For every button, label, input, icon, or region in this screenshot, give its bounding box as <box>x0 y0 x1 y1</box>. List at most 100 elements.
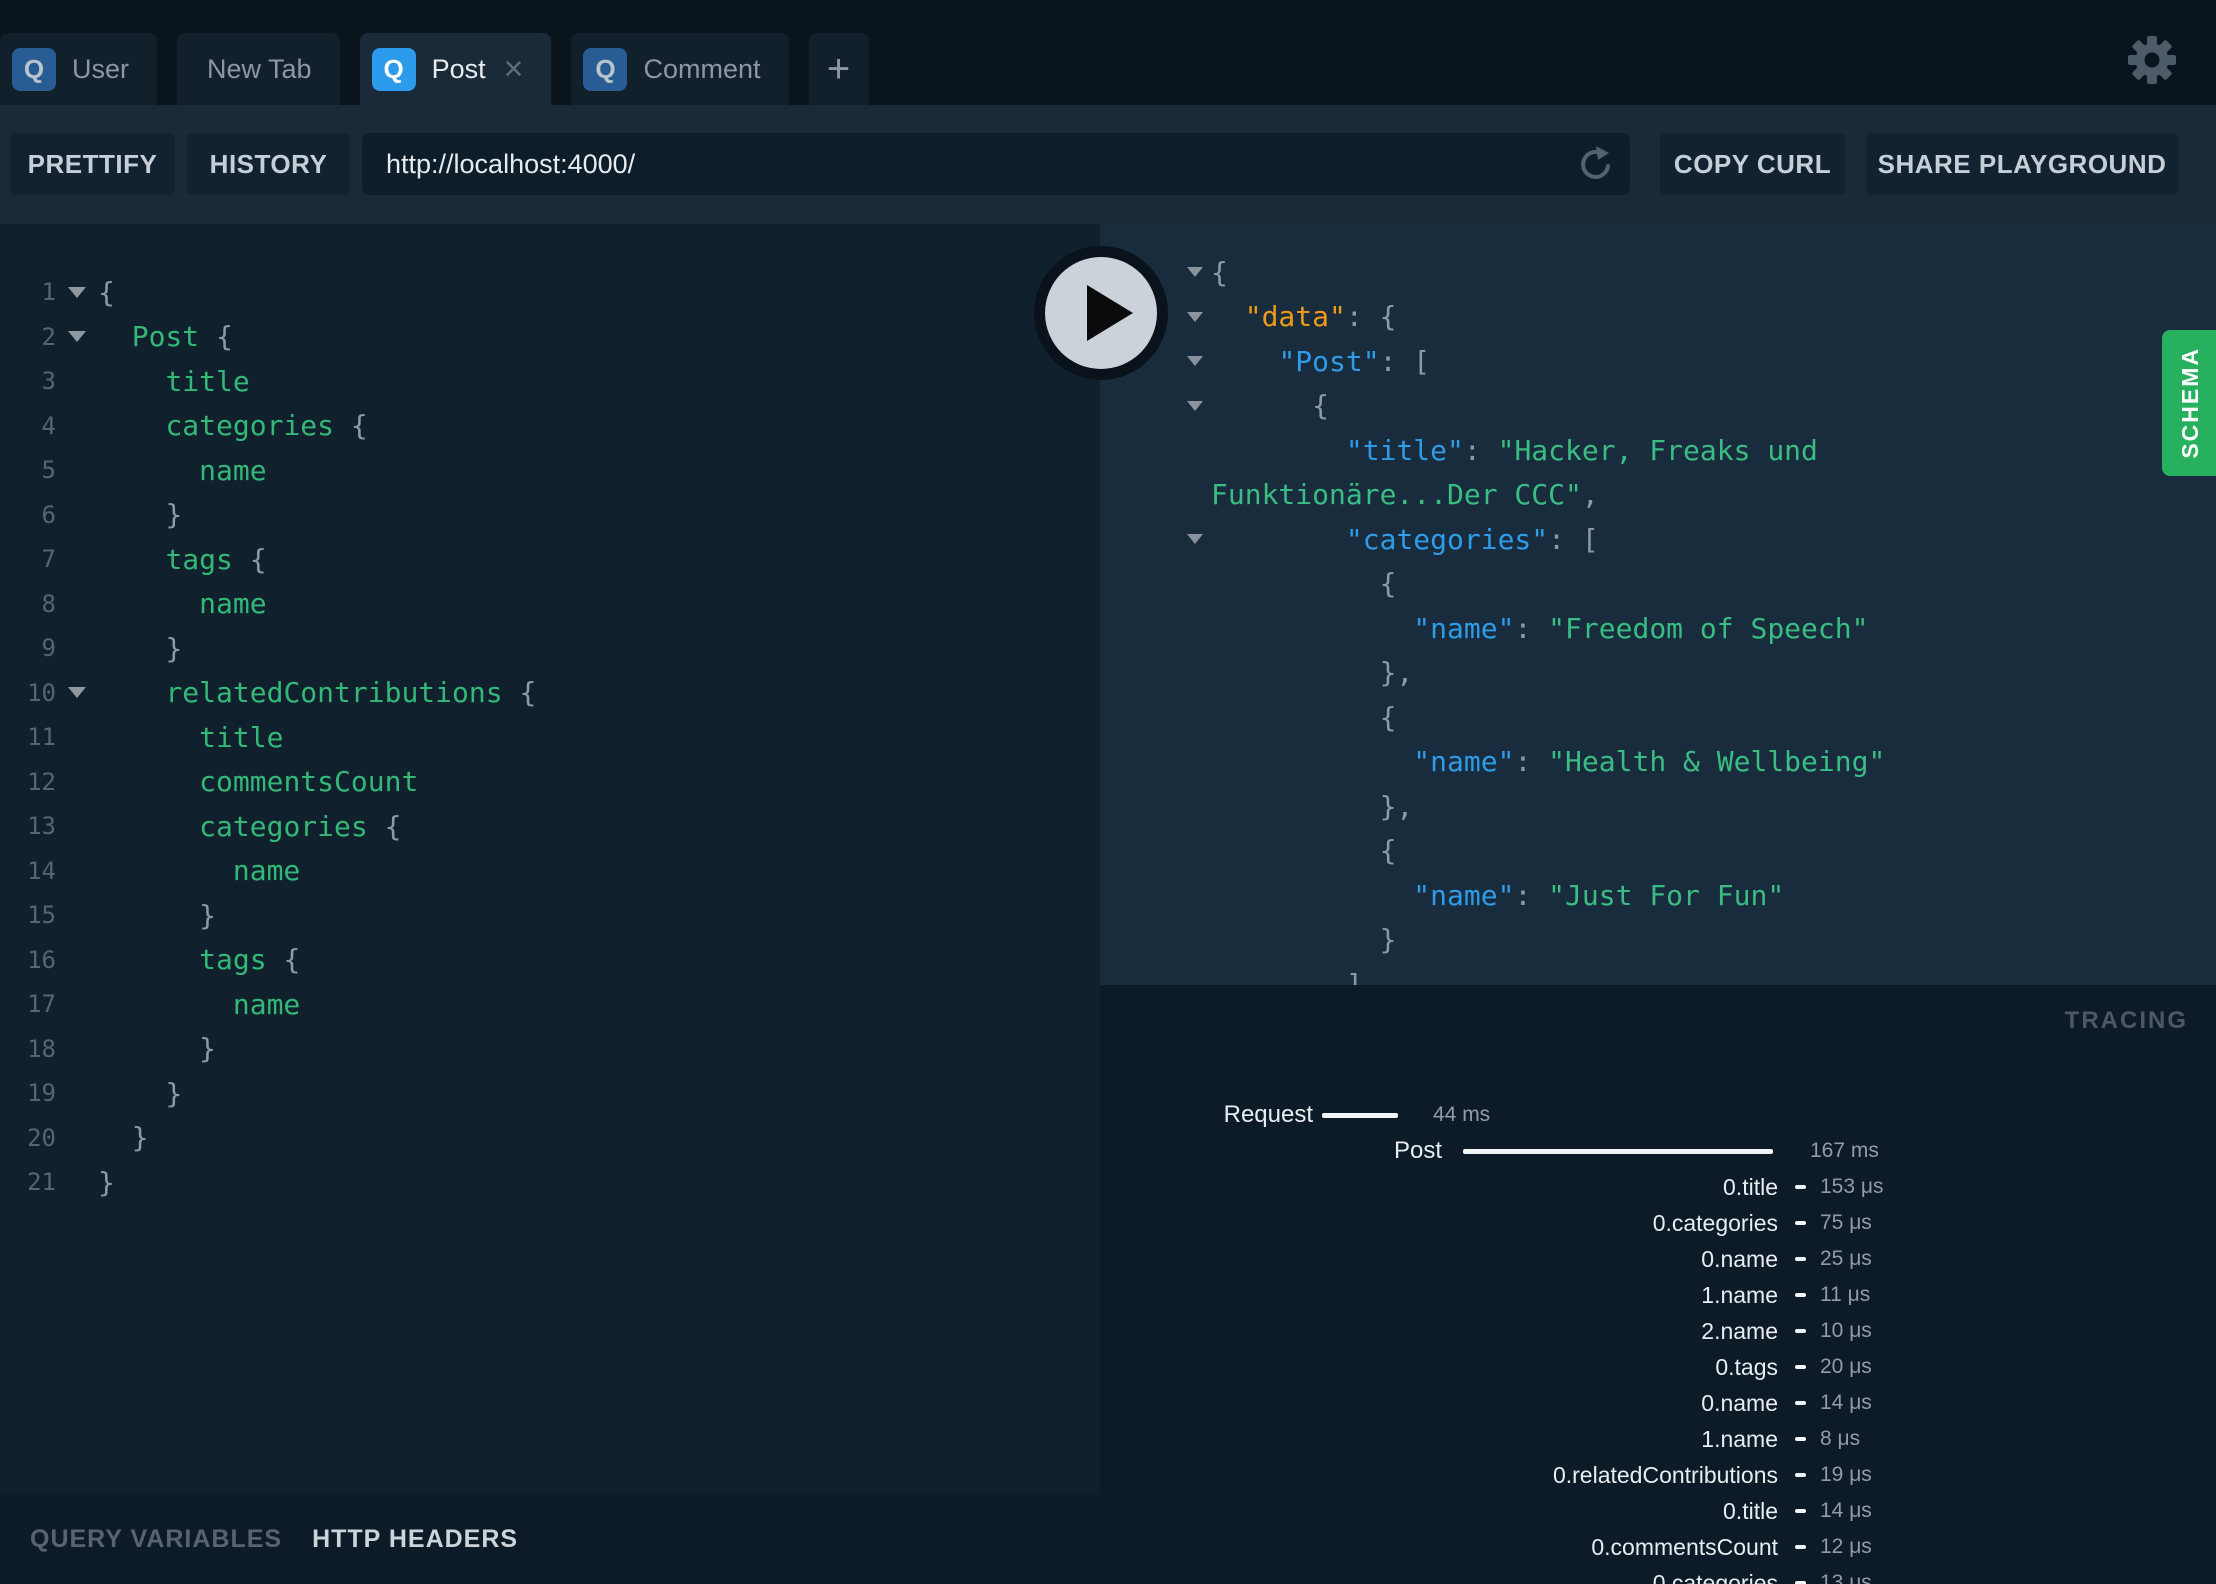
settings-gear-icon[interactable] <box>2128 36 2176 84</box>
fold-arrow-icon[interactable] <box>1178 311 1211 322</box>
code-line: ] <box>1100 962 2216 985</box>
code-text: "categories": [ <box>1345 522 1599 556</box>
schema-tab[interactable]: SCHEMA <box>2162 330 2216 476</box>
http-headers-tab[interactable]: HTTP HEADERS <box>312 1525 518 1554</box>
query-variables-tab[interactable]: QUERY VARIABLES <box>30 1525 282 1554</box>
chevron-down-icon <box>68 331 86 343</box>
url-input[interactable]: http://localhost:4000/ <box>362 133 1630 195</box>
code-line: 4 categories { <box>0 404 1100 449</box>
history-button[interactable]: HISTORY <box>187 133 350 195</box>
fold-arrow-icon[interactable] <box>56 331 98 343</box>
code-line: } <box>1100 918 2216 963</box>
trace-row: 0.name 25 μs <box>1100 1241 2216 1277</box>
code-line: "Post": [ <box>1100 339 2216 384</box>
code-line: 6 } <box>0 493 1100 538</box>
trace-row: 0.title 153 μs <box>1100 1169 2216 1205</box>
trace-label: 1.name <box>1701 1281 1778 1308</box>
code-text: }, <box>1379 789 1414 823</box>
tab-row: Q User New Tab Q Post × Q Comment + <box>0 33 869 105</box>
trace-row: 0.relatedContributions 19 μs <box>1100 1457 2216 1493</box>
trace-label: 2.name <box>1701 1317 1778 1344</box>
trace-value: 13 μs <box>1820 1571 1872 1584</box>
code-text: "data": { <box>1244 300 1397 334</box>
code-line: 15 } <box>0 893 1100 938</box>
line-number: 3 <box>41 367 56 396</box>
line-number: 8 <box>41 589 56 618</box>
copy-curl-button[interactable]: COPY CURL <box>1660 133 1845 195</box>
code-line: "data": { <box>1100 295 2216 340</box>
refresh-icon[interactable] <box>1574 144 1614 184</box>
trace-value: 11 μs <box>1820 1283 1871 1306</box>
code-text: name <box>232 987 301 1021</box>
share-playground-button[interactable]: SHARE PLAYGROUND <box>1866 133 2178 195</box>
fold-arrow-icon[interactable] <box>56 687 98 699</box>
trace-duration-bar <box>1795 1221 1806 1225</box>
tab-user[interactable]: Q User <box>0 33 158 105</box>
prettify-button[interactable]: PRETTIFY <box>10 133 175 195</box>
trace-row: 1.name 8 μs <box>1100 1421 2216 1457</box>
tab-post[interactable]: Q Post × <box>359 33 552 105</box>
trace-duration-bar <box>1795 1473 1806 1477</box>
fold-arrow-icon[interactable] <box>56 286 98 298</box>
execute-query-button[interactable] <box>1034 246 1168 380</box>
trace-duration-bar <box>1795 1185 1806 1189</box>
chevron-down-icon <box>1186 356 1203 367</box>
code-line: 19 } <box>0 1071 1100 1116</box>
trace-value: 12 μs <box>1820 1535 1872 1558</box>
code-line: }, <box>1100 784 2216 829</box>
trace-row: 0.categories 75 μs <box>1100 1205 2216 1241</box>
code-line: "name": "Health & Wellbeing" <box>1100 740 2216 785</box>
code-line: { <box>1100 695 2216 740</box>
trace-label: 1.name <box>1701 1425 1778 1452</box>
trace-label: 0.categories <box>1652 1209 1778 1236</box>
code-text: { <box>98 275 115 309</box>
tab-label: Post <box>431 53 486 84</box>
fold-arrow-icon[interactable] <box>1178 534 1211 545</box>
code-text: } <box>98 1165 115 1199</box>
code-line: "title": "Hacker, Freaks und <box>1100 428 2216 473</box>
code-line: 1{ <box>0 270 1100 315</box>
query-editor[interactable]: 1{2 Post {3 title 4 categories {5 name 6 }… <box>0 224 1100 1495</box>
code-text: name <box>232 854 301 888</box>
line-number: 5 <box>41 456 56 485</box>
line-number: 12 <box>27 767 56 796</box>
trace-row: 0.title 14 μs <box>1100 1493 2216 1529</box>
tab-label: Comment <box>643 53 761 84</box>
code-text: { <box>1211 255 1228 289</box>
schema-tab-label: SCHEMA <box>2176 347 2203 459</box>
close-icon[interactable]: × <box>504 52 524 86</box>
code-line: Funktionäre...Der CCC", <box>1100 473 2216 518</box>
code-line: 10 relatedContributions { <box>0 671 1100 716</box>
line-number: 21 <box>27 1168 56 1197</box>
tracing-panel: TRACING Request 44 ms Post 167 ms 0.title 153… <box>1100 985 2216 1584</box>
toolbar: PRETTIFY HISTORY http://localhost:4000/ … <box>0 105 2216 224</box>
new-tab-button[interactable]: + <box>808 33 869 105</box>
code-line: { <box>1100 562 2216 607</box>
query-badge-icon: Q <box>12 47 56 91</box>
trace-row: Request 44 ms <box>1100 1097 2216 1133</box>
code-line: { <box>1100 384 2216 429</box>
code-text: } <box>199 1032 217 1066</box>
trace-duration-bar <box>1795 1257 1806 1261</box>
code-line: 17 name <box>0 982 1100 1027</box>
tab-new-tab[interactable]: New Tab <box>177 33 340 105</box>
code-text: "Post": [ <box>1278 344 1431 378</box>
code-text: "name": "Freedom of Speech" <box>1413 611 1869 645</box>
tab-comment[interactable]: Q Comment <box>571 33 789 105</box>
trace-label: Request <box>1223 1101 1313 1128</box>
trace-value: 14 μs <box>1820 1391 1872 1414</box>
trace-label: 0.name <box>1701 1389 1778 1416</box>
fold-arrow-icon[interactable] <box>1178 356 1211 367</box>
code-text: categories { <box>165 409 368 443</box>
fold-arrow-icon[interactable] <box>1178 267 1211 278</box>
code-text: }, <box>1379 656 1414 690</box>
chevron-down-icon <box>68 687 86 699</box>
line-number: 7 <box>41 545 56 574</box>
code-line: "name": "Just For Fun" <box>1100 873 2216 918</box>
line-number: 4 <box>41 411 56 440</box>
trace-duration-bar <box>1463 1148 1773 1154</box>
fold-arrow-icon[interactable] <box>1178 400 1211 411</box>
code-text: } <box>1379 923 1397 957</box>
tab-bar: Q User New Tab Q Post × Q Comment + <box>0 0 2216 105</box>
code-line: 11 title <box>0 715 1100 760</box>
